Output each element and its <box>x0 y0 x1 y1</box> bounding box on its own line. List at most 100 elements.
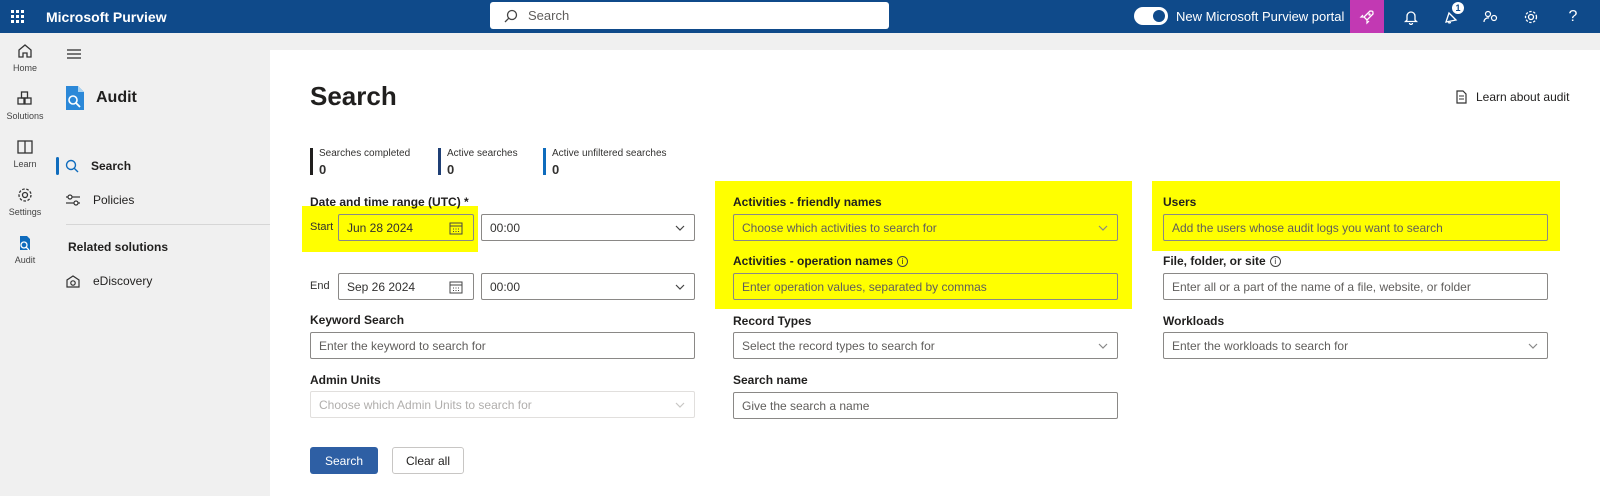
active-indicator <box>56 157 59 175</box>
rail-item-settings[interactable]: Settings <box>0 177 50 225</box>
calendar-icon <box>449 281 463 294</box>
people-icon[interactable] <box>1474 0 1508 33</box>
chevron-down-icon <box>675 225 685 231</box>
workloads-select[interactable]: Enter the workloads to search for <box>1163 332 1548 359</box>
notification-count-badge: 1 <box>1452 2 1464 14</box>
rail-item-home[interactable]: Home <box>0 33 50 81</box>
nav-item-ediscovery-label: eDiscovery <box>93 274 153 288</box>
announcement-icon[interactable]: 1 <box>1434 0 1468 33</box>
users-input[interactable]: Add the users whose audit logs you want … <box>1163 214 1548 241</box>
stat-label: Searches completed <box>319 148 411 159</box>
sliders-icon <box>66 194 80 206</box>
activities-operation-input[interactable]: Enter operation values, separated by com… <box>733 273 1118 300</box>
rail-label-learn: Learn <box>13 158 37 169</box>
nav-title: Audit <box>64 85 137 111</box>
learn-about-audit-link[interactable]: Learn about audit <box>1455 90 1569 104</box>
record-types-label: Record Types <box>733 314 812 328</box>
rail-label-settings: Settings <box>8 206 42 217</box>
home-icon <box>18 43 32 58</box>
nav-panel: Audit Search Policies Related solutions … <box>50 33 292 496</box>
rail-label-audit: Audit <box>14 254 36 265</box>
toggle-switch[interactable] <box>1134 7 1168 25</box>
settings-gear-icon <box>18 187 32 202</box>
end-date-value: Sep 26 2024 <box>347 279 416 294</box>
stat-active-searches: Active searches 0 <box>438 148 543 177</box>
clear-all-button[interactable]: Clear all <box>392 447 464 474</box>
activities-friendly-placeholder: Choose which activities to search for <box>742 220 937 235</box>
end-time-value: 00:00 <box>490 279 521 294</box>
keyword-placeholder: Enter the keyword to search for <box>319 338 486 353</box>
rocket-icon[interactable] <box>1350 0 1384 33</box>
audit-icon <box>20 235 30 250</box>
keyword-search-label: Keyword Search <box>310 313 405 327</box>
file-folder-site-label: File, folder, or site i <box>1163 254 1281 268</box>
brand-name[interactable]: Microsoft Purview <box>46 9 167 25</box>
new-portal-toggle[interactable]: New Microsoft Purview portal <box>1134 7 1344 25</box>
gear-icon[interactable] <box>1514 0 1548 33</box>
nav-item-policies-label: Policies <box>93 193 135 207</box>
chevron-down-icon <box>1098 343 1108 349</box>
admin-units-placeholder: Choose which Admin Units to search for <box>319 397 532 412</box>
record-types-placeholder: Select the record types to search for <box>742 338 935 353</box>
stat-active-unfiltered-searches: Active unfiltered searches 0 <box>543 148 703 177</box>
stat-label: Active searches <box>447 148 518 159</box>
solutions-icon <box>17 90 32 105</box>
stat-value: 0 <box>447 162 455 177</box>
search-icon <box>65 159 79 173</box>
search-name-placeholder: Give the search a name <box>742 398 870 413</box>
admin-units-select[interactable]: Choose which Admin Units to search for <box>310 391 695 418</box>
rail-label-home: Home <box>12 62 37 73</box>
search-button[interactable]: Search <box>310 447 378 474</box>
main-content: Search Learn about audit Searches comple… <box>270 50 1600 496</box>
learn-link-text: Learn about audit <box>1476 90 1570 104</box>
activities-operation-label-text: Activities - operation names <box>733 254 894 268</box>
global-search-input[interactable]: Search <box>490 2 889 29</box>
nav-item-search-label: Search <box>91 159 132 173</box>
activities-operation-label: Activities - operation names i <box>733 254 909 268</box>
global-search-placeholder: Search <box>528 8 570 23</box>
stat-value: 0 <box>552 162 560 177</box>
rail-item-audit[interactable]: Audit <box>0 225 50 273</box>
start-time-select[interactable]: 00:00 <box>481 214 695 241</box>
start-date-picker[interactable]: Jun 28 2024 <box>338 214 474 241</box>
activities-friendly-select[interactable]: Choose which activities to search for <box>733 214 1118 241</box>
nav-item-search[interactable]: Search <box>56 155 131 177</box>
top-bar: Microsoft Purview Search New Microsoft P… <box>0 0 1600 33</box>
file-folder-site-input[interactable]: Enter all or a part of the name of a fil… <box>1163 273 1548 300</box>
rail-item-solutions[interactable]: Solutions <box>0 81 50 129</box>
end-time-select[interactable]: 00:00 <box>481 273 695 300</box>
ediscovery-icon <box>66 275 80 288</box>
record-types-select[interactable]: Select the record types to search for <box>733 332 1118 359</box>
workloads-placeholder: Enter the workloads to search for <box>1172 338 1349 353</box>
info-icon[interactable]: i <box>1269 256 1281 267</box>
date-range-label: Date and time range (UTC) * <box>310 195 469 209</box>
new-portal-label: New Microsoft Purview portal <box>1176 8 1345 24</box>
stat-label: Active unfiltered searches <box>552 148 667 159</box>
search-stats: Searches completed 0 Active searches 0 A… <box>310 148 703 177</box>
chevron-down-icon <box>1098 225 1108 231</box>
users-label: Users <box>1163 195 1197 209</box>
help-icon[interactable]: ? <box>1556 0 1590 33</box>
hamburger-icon[interactable] <box>66 47 82 65</box>
start-time-value: 00:00 <box>490 220 521 235</box>
activities-operation-placeholder: Enter operation values, separated by com… <box>742 279 987 294</box>
rail-item-learn[interactable]: Learn <box>0 129 50 177</box>
keyword-search-input[interactable]: Enter the keyword to search for <box>310 332 695 359</box>
stat-searches-completed: Searches completed 0 <box>310 148 438 177</box>
bell-icon[interactable] <box>1394 0 1428 33</box>
nav-divider <box>66 224 292 225</box>
app-launcher-icon[interactable] <box>2 2 32 32</box>
nav-item-policies[interactable]: Policies <box>56 189 134 211</box>
search-icon <box>504 9 518 22</box>
start-label: Start <box>310 221 334 233</box>
end-date-picker[interactable]: Sep 26 2024 <box>338 273 474 300</box>
rail-label-solutions: Solutions <box>6 110 44 121</box>
activities-friendly-label: Activities - friendly names <box>733 195 882 209</box>
chevron-down-icon <box>1528 343 1538 349</box>
users-placeholder: Add the users whose audit logs you want … <box>1172 220 1443 235</box>
file-label-text: File, folder, or site <box>1163 254 1266 268</box>
info-icon[interactable]: i <box>897 256 909 267</box>
nav-item-ediscovery[interactable]: eDiscovery <box>56 270 152 292</box>
search-name-input[interactable]: Give the search a name <box>733 392 1118 419</box>
document-icon <box>1456 90 1467 104</box>
